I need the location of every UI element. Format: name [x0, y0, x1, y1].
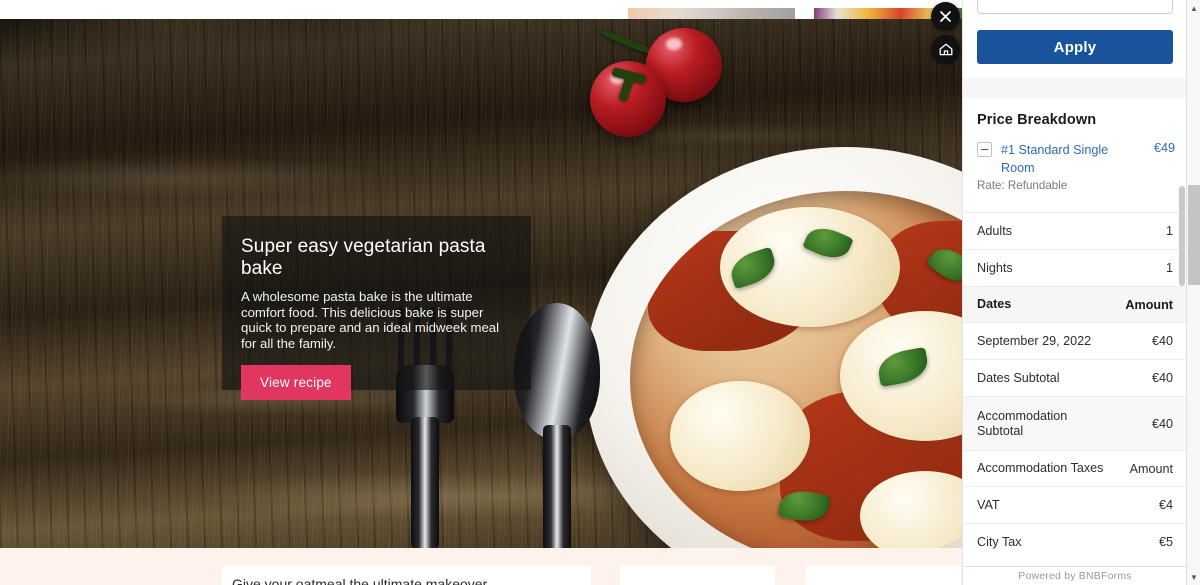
table-row: Accommodation Subtotal €40 — [963, 396, 1186, 450]
row-label: Adults — [977, 223, 1013, 238]
row-label: City Tax — [977, 534, 1022, 549]
window-scrollbar-thumb[interactable] — [1188, 185, 1200, 285]
column-header-taxes: Accommodation Taxes — [977, 461, 1104, 475]
price-breakdown-heading: Price Breakdown — [977, 112, 1097, 128]
close-button[interactable] — [931, 2, 960, 31]
table-row: VAT €4 — [963, 486, 1186, 523]
row-label: VAT — [977, 497, 1000, 512]
table-row: Dates Subtotal €40 — [963, 359, 1186, 396]
table-header-row: Dates Amount — [963, 286, 1186, 322]
row-amount: €40 — [1151, 334, 1173, 348]
row-amount: €40 — [1151, 416, 1173, 431]
scroll-down-arrow-icon[interactable]: ▼ — [1187, 569, 1200, 585]
powered-by-footer: Powered by BNBForms — [963, 566, 1186, 585]
row-amount: €5 — [1158, 535, 1173, 549]
row-amount: €4 — [1158, 498, 1173, 512]
table-row: City Tax €5 — [963, 523, 1186, 560]
panel-section-divider — [963, 78, 1186, 98]
row-label: Nights — [977, 260, 1013, 275]
row-label: Accommodation Subtotal — [977, 408, 1068, 438]
view-recipe-button[interactable]: View recipe — [241, 365, 351, 401]
panel-scrollbar-track[interactable] — [1178, 0, 1186, 585]
window-scrollbar-track[interactable]: ▲ ▼ — [1186, 0, 1200, 585]
row-label: Dates Subtotal — [977, 370, 1060, 385]
scroll-up-arrow-icon[interactable]: ▲ — [1187, 0, 1200, 16]
row-amount: 1 — [1165, 224, 1173, 238]
table-header-row: Accommodation Taxes Amount — [963, 450, 1186, 486]
pasta-bake — [630, 191, 962, 548]
table-row: Nights 1 — [963, 249, 1186, 286]
room-price: €49 — [1153, 141, 1175, 155]
collapse-toggle-icon[interactable] — [977, 142, 992, 157]
home-button[interactable] — [931, 35, 960, 64]
coupon-code-input[interactable] — [977, 0, 1173, 14]
column-header-amount: Amount — [1129, 461, 1173, 476]
room-rate-note: Rate: Refundable — [977, 179, 1068, 192]
spoon-handle — [543, 425, 571, 548]
article-title: Give your oatmeal the ultimate makeover — [232, 576, 488, 585]
screen: Super easy vegetarian pasta bake A whole… — [0, 0, 1200, 585]
fork-handle — [411, 417, 439, 548]
panel-scrollbar-thumb[interactable] — [1179, 186, 1185, 286]
close-icon — [940, 11, 951, 22]
recipe-description: A wholesome pasta bake is the ultimate c… — [241, 289, 500, 351]
home-icon — [939, 43, 952, 56]
room-name-link[interactable]: #1 Standard Single Room — [1001, 141, 1121, 177]
apply-button[interactable]: Apply — [977, 30, 1173, 64]
hero-food-photo: Super easy vegetarian pasta bake A whole… — [0, 19, 962, 548]
melted-cheese — [670, 381, 810, 491]
article-thumbnail-image — [628, 8, 795, 19]
column-header-amount: Amount — [1125, 297, 1173, 312]
column-header-dates: Dates — [977, 297, 1012, 311]
row-amount: €40 — [1151, 371, 1173, 385]
recipe-overlay-card: Super easy vegetarian pasta bake A whole… — [222, 216, 531, 401]
recipe-title: Super easy vegetarian pasta bake — [241, 236, 486, 279]
row-label: September 29, 2022 — [977, 333, 1092, 348]
row-amount: 1 — [1165, 261, 1173, 275]
table-row: Adults 1 — [963, 212, 1186, 249]
booking-widget-panel: Apply Price Breakdown #1 Standard Single… — [962, 0, 1186, 585]
article-thumb-card[interactable] — [806, 566, 961, 585]
article-thumb-card[interactable] — [620, 566, 775, 585]
table-row: September 29, 2022 €40 — [963, 322, 1186, 359]
recipe-website: Super easy vegetarian pasta bake A whole… — [0, 0, 962, 585]
